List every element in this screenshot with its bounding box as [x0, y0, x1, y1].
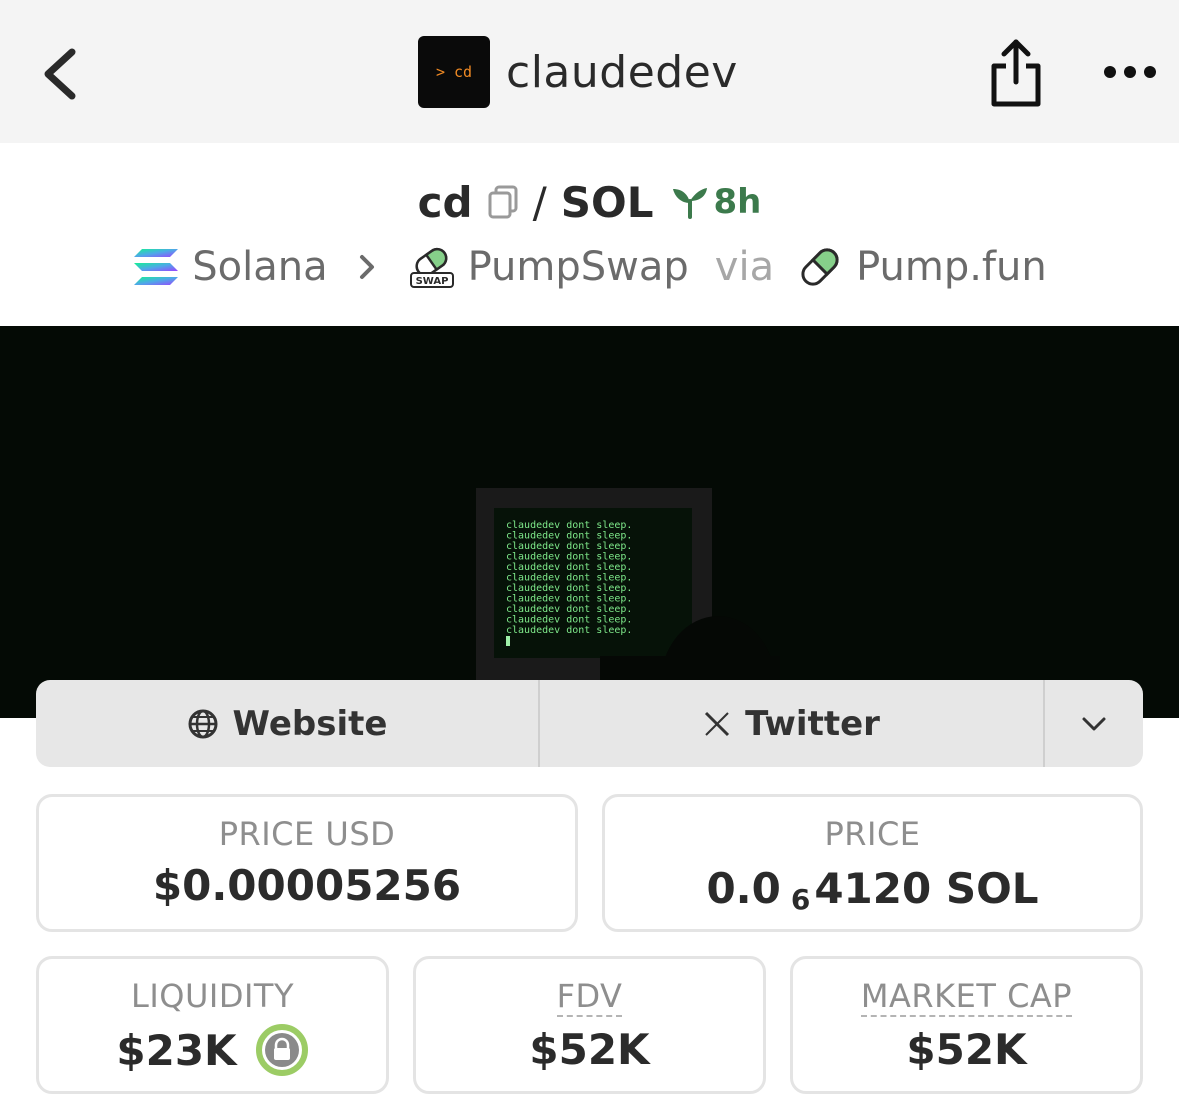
chevron-right-icon — [359, 255, 374, 279]
price-usd-label: PRICE USD — [218, 815, 396, 853]
price-sol-value: 0.0 6 4120 SOL — [605, 861, 1140, 916]
price-sol-card: PRICE 0.0 6 4120 SOL — [602, 794, 1143, 932]
banner-screen-line: claudedev dont sleep. — [506, 562, 632, 573]
website-label: Website — [232, 703, 388, 744]
share-button[interactable] — [988, 38, 1044, 108]
banner-screen-line: claudedev dont sleep. — [506, 531, 632, 542]
market-cap-value: $52K — [906, 1025, 1027, 1074]
price-zero-count: 6 — [790, 883, 811, 916]
globe-icon — [188, 709, 218, 738]
more-dots-icon — [1104, 66, 1156, 78]
website-button[interactable]: Website — [36, 680, 540, 767]
fdv-card: FDV $52K — [413, 956, 766, 1094]
liquidity-label: LIQUIDITY — [131, 977, 294, 1015]
twitter-label: Twitter — [745, 703, 880, 744]
share-icon — [991, 39, 1041, 107]
banner-screen-line: claudedev dont sleep. — [506, 594, 632, 605]
chevron-down-icon — [1082, 717, 1106, 730]
price-usd-card: PRICE USD $0.00005256 — [36, 794, 578, 932]
pair-base-symbol: cd — [417, 177, 473, 227]
avatar-text: > cd — [435, 63, 473, 81]
social-links-bar: Website Twitter — [36, 680, 1143, 767]
market-cap-card: MARKET CAP $52K — [790, 956, 1143, 1094]
back-button[interactable] — [38, 44, 88, 104]
price-usd-value: $0.00005256 — [152, 861, 462, 910]
pair-title: cd / SOL 8h — [0, 172, 1179, 232]
pumpswap-logo-icon: SWAP — [409, 247, 454, 288]
pair-separator: / — [532, 177, 547, 227]
banner-screen-line: claudedev dont sleep. — [506, 520, 632, 531]
via-label: via — [714, 244, 775, 290]
market-cap-label[interactable]: MARKET CAP — [860, 977, 1073, 1017]
price-prefix: 0.0 — [706, 864, 781, 913]
pumpswap-badge-text: SWAP — [415, 276, 448, 287]
token-brand: > cd claudedev — [418, 36, 738, 108]
more-options-button[interactable] — [1102, 58, 1158, 86]
token-banner-image: claudedev dont sleep. claudedev dont slee… — [0, 326, 1179, 718]
links-dropdown-button[interactable] — [1045, 680, 1143, 767]
banner-illustration: claudedev dont sleep.claudedev dont slee… — [476, 488, 780, 718]
banner-screen-line: claudedev dont sleep. — [506, 541, 632, 552]
pill-logo-icon — [801, 248, 839, 286]
twitter-button[interactable]: Twitter — [540, 680, 1045, 767]
chain-name[interactable]: Solana — [192, 244, 327, 290]
banner-screen-line: claudedev dont sleep. — [506, 604, 632, 615]
price-rest: 4120 SOL — [814, 864, 1039, 913]
dex-name[interactable]: PumpSwap — [468, 244, 689, 290]
sprout-icon — [673, 188, 708, 219]
pair-age: 8h — [713, 182, 762, 222]
banner-screen-line: claudedev dont sleep. — [506, 615, 632, 626]
chevron-left-icon — [44, 48, 76, 100]
breadcrumb: Solana SWAP PumpSwap via Pump.fun — [0, 238, 1179, 296]
launchpad-name[interactable]: Pump.fun — [856, 244, 1047, 290]
page-title: claudedev — [506, 46, 738, 98]
banner-screen-line: claudedev dont sleep. — [506, 573, 632, 584]
banner-screen-line: claudedev dont sleep. — [506, 583, 632, 594]
price-label: PRICE — [824, 815, 921, 853]
fdv-value: $52K — [529, 1025, 650, 1074]
avatar: > cd — [418, 36, 490, 108]
x-logo-icon — [705, 711, 730, 736]
banner-screen-line: claudedev dont sleep. — [506, 552, 632, 563]
copy-icon[interactable] — [487, 184, 519, 220]
liquidity-card: LIQUIDITY $23K — [36, 956, 389, 1094]
solana-logo-icon — [134, 249, 179, 285]
pair-quote-symbol: SOL — [560, 177, 654, 227]
lock-icon[interactable] — [255, 1023, 309, 1077]
top-bar: > cd claudedev — [0, 0, 1179, 143]
banner-screen-line: claudedev dont sleep. — [506, 625, 632, 636]
fdv-label[interactable]: FDV — [556, 977, 623, 1017]
liquidity-value: $23K — [116, 1025, 237, 1075]
